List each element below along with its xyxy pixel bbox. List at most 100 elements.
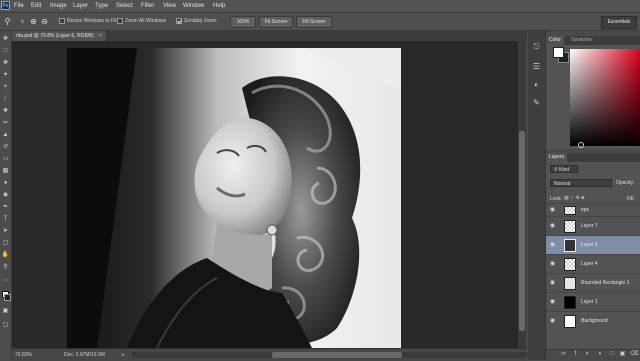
visibility-eye-icon[interactable]: ◉: [549, 261, 556, 268]
layer-thumbnail: [564, 206, 576, 215]
canvas-area[interactable]: [12, 41, 518, 348]
visibility-eye-icon[interactable]: ◉: [549, 242, 556, 249]
menu-image[interactable]: Image: [50, 0, 67, 12]
resize-windows-checkbox[interactable]: [59, 18, 65, 24]
menu-filter[interactable]: Filter: [141, 0, 154, 12]
adjustment-layer-icon[interactable]: ◑: [596, 351, 603, 358]
blend-mode-select[interactable]: Normal: [550, 179, 612, 187]
adjustments-icon[interactable]: ◐: [531, 79, 542, 90]
move-tool-icon[interactable]: ✥: [1, 35, 10, 44]
zoom-tool-icon[interactable]: ⚲: [1, 263, 10, 272]
history-brush-tool-icon[interactable]: ↺: [1, 143, 10, 152]
visibility-eye-icon[interactable]: ◉: [549, 280, 556, 287]
lock-icons[interactable]: ▦ ✓ ✥ ■: [564, 195, 584, 201]
menu-window[interactable]: Window: [183, 0, 204, 12]
scrubby-zoom-checkbox[interactable]: [176, 18, 182, 24]
menu-view[interactable]: View: [163, 0, 176, 12]
resize-windows-label: Resize Windows to Fit: [67, 18, 117, 24]
menu-file[interactable]: File: [14, 0, 24, 12]
new-layer-icon[interactable]: ▣: [619, 351, 626, 358]
more-tools-icon[interactable]: ⋯: [1, 277, 10, 286]
zoom-in-icon[interactable]: ⊕: [28, 16, 39, 27]
path-selection-tool-icon[interactable]: ➤: [1, 227, 10, 236]
brush-tool-icon[interactable]: ✏: [1, 119, 10, 128]
layer-kind-filter[interactable]: ⚲ Kind: [550, 165, 578, 173]
workspace-switcher[interactable]: Essentials: [601, 16, 637, 29]
layer-row[interactable]: ◉ Background: [546, 311, 640, 331]
visibility-eye-icon[interactable]: ◉: [549, 207, 556, 214]
foreground-color-box[interactable]: [553, 47, 564, 58]
vertical-scroll-thumb[interactable]: [519, 131, 525, 331]
layer-row[interactable]: ◉ Rounded Rectangle 1: [546, 273, 640, 293]
layer-row-selected[interactable]: ◉ Layer 6: [546, 235, 640, 255]
tab-color[interactable]: Color: [546, 36, 564, 45]
dodge-tool-icon[interactable]: ◉: [1, 191, 10, 200]
blur-tool-icon[interactable]: ●: [1, 179, 10, 188]
color-panel: Color Swatches: [546, 36, 640, 149]
screen-mode-icon[interactable]: ▢: [1, 321, 10, 330]
eyedropper-tool-icon[interactable]: ⁄: [1, 95, 10, 104]
zoom-all-windows-checkbox[interactable]: [117, 18, 123, 24]
menu-edit[interactable]: Edit: [31, 0, 41, 12]
photoshop-logo[interactable]: Ps: [1, 1, 10, 10]
eraser-tool-icon[interactable]: ▭: [1, 155, 10, 164]
quick-select-tool-icon[interactable]: ✦: [1, 71, 10, 80]
zoom-out-icon[interactable]: ⊖: [39, 16, 50, 27]
zoom-level[interactable]: 79.83%: [15, 349, 32, 361]
vertical-scrollbar[interactable]: [518, 41, 526, 348]
zoom-tool-icon[interactable]: ⚲: [2, 16, 13, 27]
visibility-eye-icon[interactable]: ◉: [549, 223, 556, 230]
delete-layer-icon[interactable]: ⌫: [630, 351, 638, 358]
visibility-eye-icon[interactable]: ◉: [549, 299, 556, 306]
layer-row[interactable]: ◉ Layer 4: [546, 254, 640, 274]
layer-thumbnail: [564, 220, 576, 233]
menu-help[interactable]: Help: [213, 0, 225, 12]
shape-tool-icon[interactable]: ▢: [1, 239, 10, 248]
options-bar: ⚲ ▾ ⊕ ⊖ Resize Windows to Fit Zoom All W…: [0, 13, 640, 31]
tools-panel: ✥ □ ❃ ✦ ⌖ ⁄ ✚ ✏ ▲ ↺ ▭ ▩ ● ◉ ✒ T ➤ ▢ ✋ ⚲ …: [0, 31, 12, 360]
menu-type[interactable]: Type: [95, 0, 108, 12]
tool-preset-chevron-icon[interactable]: ▾: [17, 16, 28, 27]
layer-row[interactable]: ◉ Layer 7: [546, 216, 640, 236]
tab-layers[interactable]: Layers: [546, 153, 568, 162]
horizontal-scrollbar[interactable]: [132, 352, 527, 358]
zoom-100-button[interactable]: 100%: [230, 16, 256, 28]
status-menu-chevron-icon[interactable]: ▸: [122, 349, 125, 361]
quick-mask-icon[interactable]: ▣: [1, 307, 10, 316]
color-panel-tabs: Color Swatches: [546, 36, 640, 45]
fill-screen-button[interactable]: Fill Screen: [296, 16, 332, 28]
menu-select[interactable]: Select: [116, 0, 133, 12]
marquee-tool-icon[interactable]: □: [1, 47, 10, 56]
color-spectrum-picker[interactable]: [570, 49, 640, 146]
document-tab-bar: rita.psd @ 79.8% (Layer 6, RGB/8) ×: [12, 31, 527, 41]
lasso-tool-icon[interactable]: ❃: [1, 59, 10, 68]
layer-style-icon[interactable]: f: [572, 351, 579, 358]
document-image[interactable]: [67, 48, 401, 348]
brush-presets-icon[interactable]: ✎: [531, 97, 542, 108]
close-icon[interactable]: ×: [99, 33, 102, 39]
hand-tool-icon[interactable]: ✋: [1, 251, 10, 260]
layer-row[interactable]: ◉ Layer 1: [546, 292, 640, 312]
properties-icon[interactable]: ☰: [531, 61, 542, 72]
add-mask-icon[interactable]: ◐: [584, 351, 591, 358]
clone-stamp-tool-icon[interactable]: ▲: [1, 131, 10, 140]
visibility-eye-icon[interactable]: ◉: [549, 318, 556, 325]
menu-layer[interactable]: Layer: [73, 0, 88, 12]
crop-tool-icon[interactable]: ⌖: [1, 83, 10, 92]
history-icon[interactable]: ⎋: [531, 41, 542, 52]
tab-swatches[interactable]: Swatches: [568, 36, 596, 45]
document-tab[interactable]: rita.psd @ 79.8% (Layer 6, RGB/8) ×: [12, 31, 106, 41]
horizontal-scroll-thumb[interactable]: [272, 352, 402, 358]
type-tool-icon[interactable]: T: [1, 215, 10, 224]
fit-screen-button[interactable]: Fit Screen: [259, 16, 293, 28]
link-layers-icon[interactable]: ∞: [560, 351, 567, 358]
color-picker-ring[interactable]: [578, 142, 584, 148]
pen-tool-icon[interactable]: ✒: [1, 203, 10, 212]
layer-row[interactable]: ◉ eps: [546, 203, 640, 217]
document-size[interactable]: Doc: 2.97M/19.3M: [64, 349, 105, 361]
new-group-icon[interactable]: □: [608, 351, 615, 358]
layer-name: Layer 6: [581, 242, 598, 248]
healing-brush-tool-icon[interactable]: ✚: [1, 107, 10, 116]
gradient-tool-icon[interactable]: ▩: [1, 167, 10, 176]
background-color-swatch[interactable]: [4, 294, 11, 301]
